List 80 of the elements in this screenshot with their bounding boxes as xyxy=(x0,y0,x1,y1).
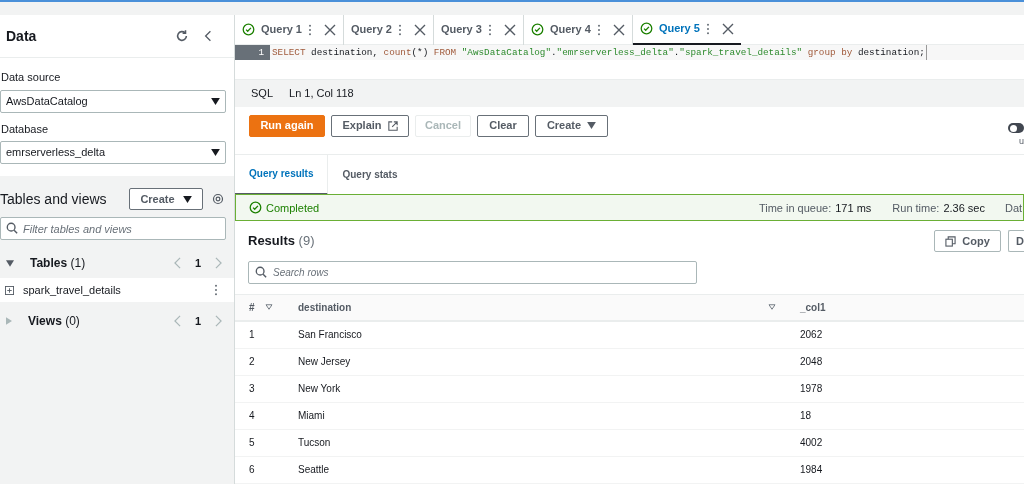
action-button[interactable]: Clear xyxy=(477,114,529,137)
refresh-icon[interactable] xyxy=(175,29,189,43)
completed-icon xyxy=(249,201,262,215)
sort-icon[interactable] xyxy=(264,304,273,311)
language-label: SQL xyxy=(251,85,273,101)
page-number: 1 xyxy=(194,313,201,329)
panel-title: Data xyxy=(6,26,38,46)
close-icon[interactable] xyxy=(503,23,516,36)
collapse-triangle-icon[interactable] xyxy=(6,259,14,267)
table-cell-text: 1984 xyxy=(799,463,823,478)
results-title: Results (9) xyxy=(248,232,316,251)
data-source-dropdown[interactable]: AwsDataCatalog xyxy=(0,89,226,113)
tab-menu-icon[interactable] xyxy=(487,23,492,36)
table-cell-text: 18 xyxy=(799,409,812,424)
table-cell-text: Seattle xyxy=(297,463,331,478)
sort-icon[interactable] xyxy=(768,304,776,311)
filter-field[interactable]: Filter tables and views xyxy=(0,217,226,240)
table-cell-text: 1 xyxy=(248,328,256,343)
download-button[interactable]: D xyxy=(1008,230,1024,253)
copy-icon xyxy=(945,235,957,247)
status-banner: Completed Time in queue: 171 ms Run time: 2.36 sec Dat xyxy=(235,194,1024,222)
query-tab[interactable]: Query 3 xyxy=(433,15,524,45)
expand-box-icon xyxy=(5,285,14,295)
external-link-icon xyxy=(387,120,398,131)
search-icon xyxy=(6,222,18,234)
table-cell-text: 4002 xyxy=(799,436,823,451)
table-cell-text: 4 xyxy=(248,409,256,424)
table-cell-text: 5 xyxy=(248,436,256,451)
close-icon[interactable] xyxy=(413,23,426,36)
toggle-label: u xyxy=(1019,136,1024,147)
close-icon[interactable] xyxy=(612,23,625,36)
query-tab[interactable]: Query 4 xyxy=(523,15,633,45)
tab-menu-icon[interactable] xyxy=(705,22,710,35)
result-tab[interactable]: Query stats xyxy=(328,154,412,195)
page-number: 1 xyxy=(194,255,201,271)
action-button[interactable]: Create xyxy=(535,114,608,137)
code-line: SELECT destination, count(*) FROM "AwsDataCatalog"."emrserverless_delta"."spark_travel_details" group by destination; xyxy=(270,45,927,60)
more-options-icon[interactable] xyxy=(214,284,218,296)
field-label: Database xyxy=(0,121,50,137)
table-cell-text: Tucson xyxy=(297,436,332,451)
query-tab[interactable]: Query 1 xyxy=(235,15,344,45)
table-cell-text: Miami xyxy=(297,409,326,424)
caret-icon xyxy=(211,149,220,156)
tab-menu-icon[interactable] xyxy=(307,23,312,36)
collapse-icon[interactable] xyxy=(204,30,212,42)
tab-menu-icon[interactable] xyxy=(596,23,601,36)
toggle-switch[interactable] xyxy=(1008,123,1024,134)
line-number: 1 xyxy=(235,45,270,60)
table-cell-text: 2048 xyxy=(799,355,823,370)
table-item[interactable]: spark_travel_details xyxy=(0,278,234,302)
table-cell-text: New York xyxy=(297,382,342,397)
table-cell-text: New Jersey xyxy=(297,355,352,370)
settings-icon[interactable] xyxy=(212,193,224,205)
copy-button[interactable]: Copy xyxy=(934,230,1001,253)
table-cell-text: 3 xyxy=(248,382,256,397)
table-cell-text: San Francisco xyxy=(297,328,363,343)
tab-menu-icon[interactable] xyxy=(397,23,402,36)
column-header: _col1 xyxy=(800,302,826,313)
close-icon[interactable] xyxy=(721,22,734,35)
search-icon xyxy=(255,266,267,278)
close-icon[interactable] xyxy=(323,23,336,36)
caret-icon xyxy=(587,122,597,130)
create-button[interactable]: Create xyxy=(129,188,203,210)
section-header: Views (0) xyxy=(28,313,81,330)
cursor-position: Ln 1, Col 118 xyxy=(289,85,354,101)
field-label: Data source xyxy=(0,70,62,85)
section-header: Tables (1) xyxy=(30,255,87,272)
database-dropdown[interactable]: emrserverless_delta xyxy=(0,141,226,164)
table-cell-text: 2 xyxy=(248,355,256,370)
table-cell-text: 1978 xyxy=(799,382,823,397)
section-title: Tables and views xyxy=(0,189,108,209)
column-header: destination xyxy=(298,301,353,315)
query-tab[interactable]: Query 2 xyxy=(343,15,434,45)
column-header: # xyxy=(249,301,255,315)
table-cell-text: 6 xyxy=(248,463,256,478)
caret-icon xyxy=(211,97,220,105)
caret-icon xyxy=(182,195,192,203)
action-button[interactable]: Explain xyxy=(331,114,409,137)
search-field[interactable]: Search rows xyxy=(248,261,697,284)
table-cell-text: 2062 xyxy=(799,328,823,343)
